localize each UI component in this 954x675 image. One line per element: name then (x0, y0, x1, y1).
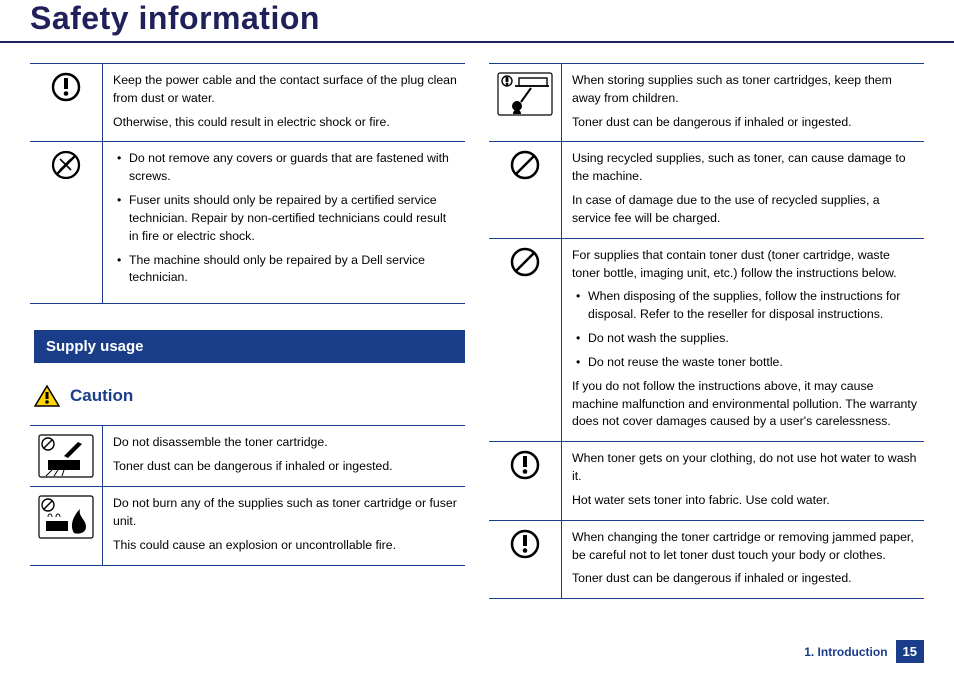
body-text: For supplies that contain toner dust (to… (572, 247, 918, 283)
content-columns: Keep the power cable and the contact sur… (0, 43, 954, 599)
safety-row-clothing-toner: When toner gets on your clothing, do not… (489, 441, 924, 519)
body-text: When changing the toner cartridge or rem… (572, 529, 918, 565)
safety-row-toner-dust-supplies: For supplies that contain toner dust (to… (489, 238, 924, 441)
body-text: In case of damage due to the use of recy… (572, 192, 918, 228)
exclamation-icon (510, 529, 540, 559)
safety-row-service: Do not remove any covers or guards that … (30, 141, 465, 304)
body-text: Toner dust can be dangerous if inhaled o… (572, 570, 918, 588)
left-column: Keep the power cable and the contact sur… (30, 63, 465, 599)
body-text: When storing supplies such as toner cart… (572, 72, 918, 108)
safety-row-burn-supplies: Do not burn any of the supplies such as … (30, 486, 465, 565)
body-text: Hot water sets toner into fabric. Use co… (572, 492, 918, 510)
warning-triangle-icon (34, 385, 60, 407)
safety-row-store-children: When storing supplies such as toner cart… (489, 63, 924, 141)
body-text: Using recycled supplies, such as toner, … (572, 150, 918, 186)
safety-row-power-cable: Keep the power cable and the contact sur… (30, 63, 465, 141)
body-text: If you do not follow the instructions ab… (572, 378, 918, 431)
body-text: Otherwise, this could result in electric… (113, 114, 459, 132)
disassemble-toner-icon (38, 434, 94, 478)
body-text: When toner gets on your clothing, do not… (572, 450, 918, 486)
right-column: When storing supplies such as toner cart… (489, 63, 924, 599)
caution-heading: Caution (34, 385, 465, 407)
prohibit-icon (510, 150, 540, 180)
body-text: Do not burn any of the supplies such as … (113, 495, 459, 531)
burn-supplies-icon (38, 495, 94, 539)
footer-page-number: 15 (896, 640, 924, 663)
keep-from-children-icon (497, 72, 553, 116)
bullet-item: The machine should only be repaired by a… (113, 252, 459, 288)
bullet-item: Do not remove any covers or guards that … (113, 150, 459, 186)
footer-chapter: 1. Introduction (804, 645, 887, 659)
safety-row-disassemble-toner: Do not disassemble the toner cartridge. … (30, 425, 465, 486)
bullet-item: When disposing of the supplies, follow t… (572, 288, 918, 324)
section-heading-supply-usage: Supply usage (34, 330, 465, 363)
bullet-item: Do not reuse the waste toner bottle. (572, 354, 918, 372)
exclamation-icon (510, 450, 540, 480)
no-tools-icon (51, 150, 81, 180)
body-text: Keep the power cable and the contact sur… (113, 72, 459, 108)
body-text: This could cause an explosion or uncontr… (113, 537, 459, 555)
body-text: Do not disassemble the toner cartridge. (113, 434, 459, 452)
page-header: Safety information (0, 0, 954, 43)
safety-row-change-toner: When changing the toner cartridge or rem… (489, 520, 924, 599)
body-text: Toner dust can be dangerous if inhaled o… (113, 458, 459, 476)
body-text: Toner dust can be dangerous if inhaled o… (572, 114, 918, 132)
exclamation-icon (51, 72, 81, 102)
page-title: Safety information (30, 0, 924, 37)
bullet-item: Fuser units should only be repaired by a… (113, 192, 459, 245)
prohibit-icon (510, 247, 540, 277)
page-footer: 1. Introduction 15 (804, 640, 924, 663)
bullet-item: Do not wash the supplies. (572, 330, 918, 348)
caution-label: Caution (70, 386, 133, 406)
safety-row-recycled-supplies: Using recycled supplies, such as toner, … (489, 141, 924, 237)
